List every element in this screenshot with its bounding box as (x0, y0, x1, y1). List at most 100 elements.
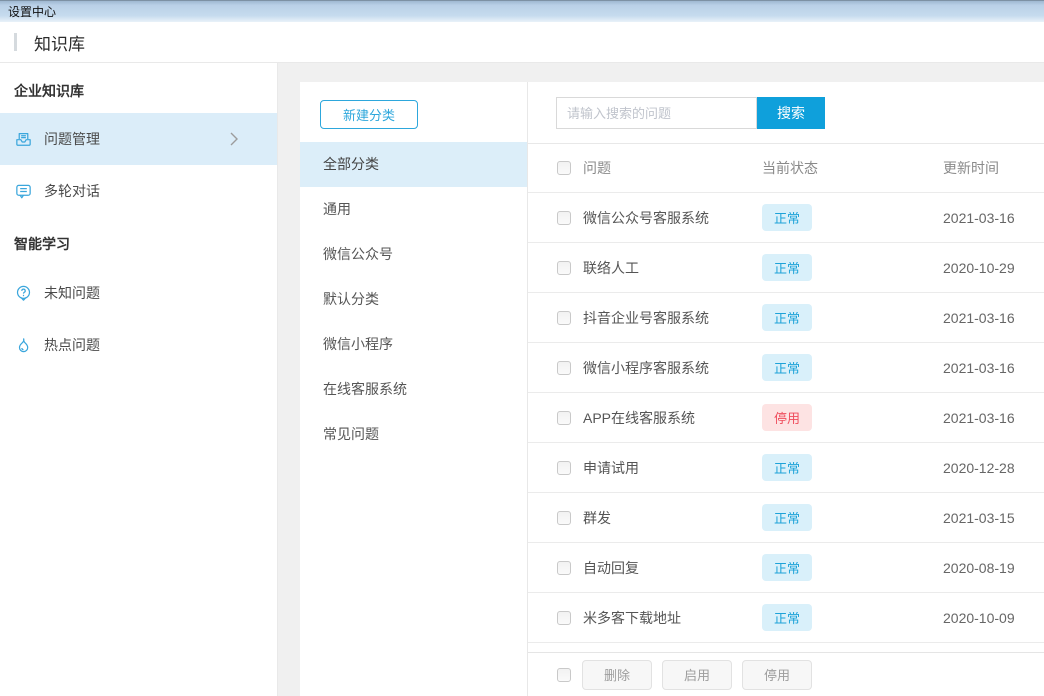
search-bar: 搜索 (528, 82, 1044, 143)
page-header: 知识库 (0, 22, 1044, 63)
column-header-updated: 更新时间 (943, 158, 1044, 178)
sidebar-group-knowledge: 企业知识库 (0, 63, 277, 113)
row-checkbox[interactable] (557, 511, 571, 525)
sidebar-item-unknown-questions[interactable]: 未知问题 (0, 267, 277, 319)
category-item[interactable]: 微信小程序 (300, 322, 527, 367)
status-badge: 正常 (762, 504, 812, 531)
sidebar: 企业知识库 问题管理 (0, 63, 278, 696)
question-cell: 米多客下载地址 (583, 608, 762, 628)
updated-cell: 2020-10-09 (943, 610, 1044, 626)
status-cell: 正常 (762, 204, 943, 231)
table-row: 米多客下载地址 正常 2020-10-09 (528, 593, 1044, 643)
sidebar-item-question-management[interactable]: 问题管理 (0, 113, 277, 165)
status-badge: 正常 (762, 304, 812, 331)
updated-cell: 2021-03-16 (943, 410, 1044, 426)
column-header-status: 当前状态 (762, 158, 943, 178)
question-cell: 抖音企业号客服系统 (583, 308, 762, 328)
status-badge: 正常 (762, 554, 812, 581)
row-checkbox[interactable] (557, 411, 571, 425)
status-cell: 正常 (762, 254, 943, 281)
column-header-question: 问题 (583, 158, 762, 178)
sidebar-item-label: 多轮对话 (44, 181, 263, 201)
row-checkbox[interactable] (557, 211, 571, 225)
row-checkbox[interactable] (557, 261, 571, 275)
table-body: 微信公众号客服系统 正常 2021-03-16 联络人工 正常 2020-10-… (528, 193, 1044, 643)
question-cell: 自动回复 (583, 558, 762, 578)
table-row: 申请试用 正常 2020-12-28 (528, 443, 1044, 493)
inbox-document-icon (14, 130, 33, 149)
status-badge: 正常 (762, 604, 812, 631)
question-cell: 微信小程序客服系统 (583, 358, 762, 378)
status-cell: 正常 (762, 604, 943, 631)
table-row: 自动回复 正常 2020-08-19 (528, 543, 1044, 593)
updated-cell: 2020-08-19 (943, 560, 1044, 576)
sidebar-item-hot-questions[interactable]: 热点问题 (0, 319, 277, 371)
question-cell: 联络人工 (583, 258, 762, 278)
question-pin-icon (14, 284, 33, 303)
chevron-right-icon (229, 131, 239, 147)
category-item[interactable]: 通用 (300, 187, 527, 232)
flame-icon (14, 336, 33, 355)
updated-cell: 2021-03-15 (943, 510, 1044, 526)
sidebar-item-label: 热点问题 (44, 335, 263, 355)
search-input[interactable] (556, 97, 757, 129)
question-cell: APP在线客服系统 (583, 408, 762, 428)
table-row: 群发 正常 2021-03-15 (528, 493, 1044, 543)
category-list: 全部分类通用微信公众号默认分类微信小程序在线客服系统常见问题 (300, 142, 527, 457)
status-cell: 正常 (762, 504, 943, 531)
category-item[interactable]: 微信公众号 (300, 232, 527, 277)
category-panel: 新建分类 全部分类通用微信公众号默认分类微信小程序在线客服系统常见问题 (300, 82, 528, 696)
table-row: 微信小程序客服系统 正常 2021-03-16 (528, 343, 1044, 393)
sidebar-item-multi-turn-dialog[interactable]: 多轮对话 (0, 165, 277, 217)
delete-button[interactable]: 删除 (582, 660, 652, 690)
table-row: 联络人工 正常 2020-10-29 (528, 243, 1044, 293)
status-badge: 正常 (762, 204, 812, 231)
question-cell: 微信公众号客服系统 (583, 208, 762, 228)
table-footer-gap (528, 643, 1044, 652)
question-cell: 申请试用 (583, 458, 762, 478)
enable-button[interactable]: 启用 (662, 660, 732, 690)
window-title-bar: 设置中心 (0, 0, 1044, 22)
status-cell: 正常 (762, 554, 943, 581)
row-checkbox[interactable] (557, 311, 571, 325)
row-checkbox[interactable] (557, 611, 571, 625)
status-badge: 正常 (762, 454, 812, 481)
status-cell: 正常 (762, 354, 943, 381)
new-category-button[interactable]: 新建分类 (320, 100, 418, 129)
table-row: 微信公众号客服系统 正常 2021-03-16 (528, 193, 1044, 243)
updated-cell: 2021-03-16 (943, 310, 1044, 326)
row-checkbox[interactable] (557, 361, 571, 375)
updated-cell: 2020-12-28 (943, 460, 1044, 476)
category-item[interactable]: 全部分类 (300, 142, 527, 187)
updated-cell: 2021-03-16 (943, 360, 1044, 376)
window-title: 设置中心 (8, 3, 56, 20)
question-cell: 群发 (583, 508, 762, 528)
status-cell: 正常 (762, 454, 943, 481)
status-badge: 停用 (762, 404, 812, 431)
updated-cell: 2021-03-16 (943, 210, 1044, 226)
disable-button[interactable]: 停用 (742, 660, 812, 690)
content-card: 新建分类 全部分类通用微信公众号默认分类微信小程序在线客服系统常见问题 搜索 问… (300, 82, 1044, 696)
row-checkbox[interactable] (557, 561, 571, 575)
row-checkbox[interactable] (557, 461, 571, 475)
sidebar-group-smart-learning: 智能学习 (0, 217, 277, 267)
select-all-checkbox[interactable] (557, 161, 571, 175)
category-item[interactable]: 在线客服系统 (300, 367, 527, 412)
question-panel: 搜索 问题 当前状态 更新时间 微信公众号客服系统 正常 2021-03-16 … (528, 82, 1044, 696)
status-badge: 正常 (762, 354, 812, 381)
bulk-action-bar: 删除 启用 停用 (528, 652, 1044, 696)
bulk-select-checkbox[interactable] (557, 668, 571, 682)
main-area: 新建分类 全部分类通用微信公众号默认分类微信小程序在线客服系统常见问题 搜索 问… (278, 63, 1044, 696)
search-button[interactable]: 搜索 (757, 97, 825, 129)
chat-bubble-icon (14, 182, 33, 201)
status-badge: 正常 (762, 254, 812, 281)
status-cell: 停用 (762, 404, 943, 431)
header-accent-bar (14, 33, 17, 51)
sidebar-item-label: 问题管理 (44, 129, 229, 149)
updated-cell: 2020-10-29 (943, 260, 1044, 276)
sidebar-item-label: 未知问题 (44, 283, 263, 303)
status-cell: 正常 (762, 304, 943, 331)
table-row: 抖音企业号客服系统 正常 2021-03-16 (528, 293, 1044, 343)
category-item[interactable]: 默认分类 (300, 277, 527, 322)
category-item[interactable]: 常见问题 (300, 412, 527, 457)
